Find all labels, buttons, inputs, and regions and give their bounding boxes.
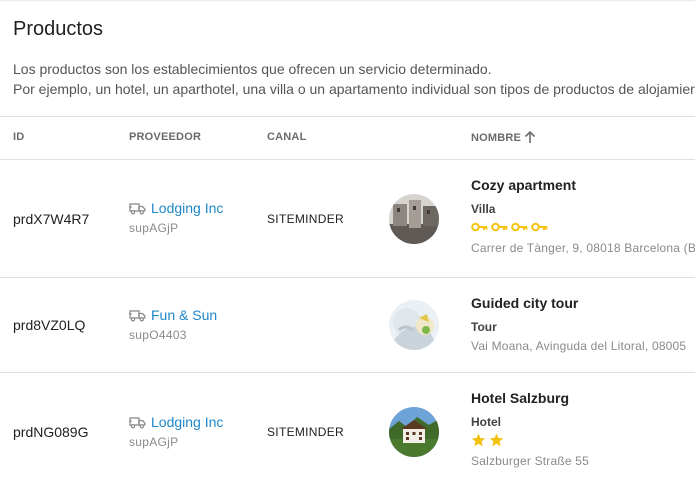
product-info: Hotel Salzburg Hotel Salzburger Straße 5… <box>471 390 589 468</box>
product-id: prdX7W4R7 <box>13 211 90 227</box>
star-rating <box>471 432 589 448</box>
truck-icon <box>129 309 146 321</box>
truck-icon <box>129 416 146 428</box>
channel-label: SITEMINDER <box>267 212 345 226</box>
key-rating <box>471 219 695 235</box>
product-info: Guided city tour Tour Vai Moana, Avingud… <box>471 295 686 353</box>
page-description-line1: Los productos son los establecimientos q… <box>13 61 492 77</box>
top-shadow <box>0 0 695 2</box>
column-header-proveedor[interactable]: PROVEEDOR <box>129 131 201 143</box>
page-title: Productos <box>13 18 104 40</box>
product-name[interactable]: Guided city tour <box>471 295 686 311</box>
key-icon <box>511 222 528 232</box>
product-thumbnail <box>389 407 439 457</box>
provider-cell: Fun & Sun supO4403 <box>129 307 217 342</box>
product-name[interactable]: Hotel Salzburg <box>471 390 589 406</box>
column-header-canal[interactable]: CANAL <box>267 131 307 143</box>
product-type: Hotel <box>471 415 501 429</box>
product-id: prd8VZ0LQ <box>13 317 86 333</box>
provider-link[interactable]: Fun & Sun <box>151 307 217 323</box>
star-icon <box>471 433 486 447</box>
product-type: Villa <box>471 202 496 216</box>
product-name[interactable]: Cozy apartment <box>471 177 695 193</box>
product-info: Cozy apartment Villa Carrer de Tànger, 9… <box>471 177 695 255</box>
column-header-id[interactable]: ID <box>13 131 24 143</box>
key-icon <box>531 222 548 232</box>
provider-code: supAGjP <box>129 435 179 449</box>
product-address: Vai Moana, Avinguda del Litoral, 08005 <box>471 339 687 353</box>
key-icon <box>491 222 508 232</box>
key-icon <box>471 222 488 232</box>
product-address: Carrer de Tànger, 9, 08018 Barcelona (B <box>471 241 695 255</box>
product-thumbnail <box>389 194 439 244</box>
table-row[interactable]: prdX7W4R7 Lodging Inc supAGjP SITEMINDER… <box>0 160 695 277</box>
column-header-nombre-label: NOMBRE <box>471 132 522 144</box>
product-type: Tour <box>471 320 497 334</box>
table-row[interactable]: prdNG089G Lodging Inc supAGjP SITEMINDER… <box>0 373 695 485</box>
product-id: prdNG089G <box>13 424 89 440</box>
arrow-up-icon <box>525 131 536 143</box>
provider-link[interactable]: Lodging Inc <box>151 414 223 430</box>
provider-cell: Lodging Inc supAGjP <box>129 200 223 235</box>
header-top-divider <box>0 116 695 117</box>
star-icon <box>489 433 504 447</box>
page-description-line2: Por ejemplo, un hotel, un aparthotel, un… <box>13 81 695 97</box>
provider-link[interactable]: Lodging Inc <box>151 200 223 216</box>
column-header-nombre[interactable]: NOMBRE <box>471 131 536 144</box>
provider-code: supAGjP <box>129 221 179 235</box>
product-thumbnail <box>389 300 439 350</box>
provider-code: supO4403 <box>129 328 187 342</box>
channel-label: SITEMINDER <box>267 425 345 439</box>
table-row[interactable]: prd8VZ0LQ Fun & Sun supO4403 Guided city… <box>0 278 695 372</box>
provider-cell: Lodging Inc supAGjP <box>129 414 223 449</box>
product-address: Salzburger Straße 55 <box>471 454 590 468</box>
truck-icon <box>129 202 146 214</box>
